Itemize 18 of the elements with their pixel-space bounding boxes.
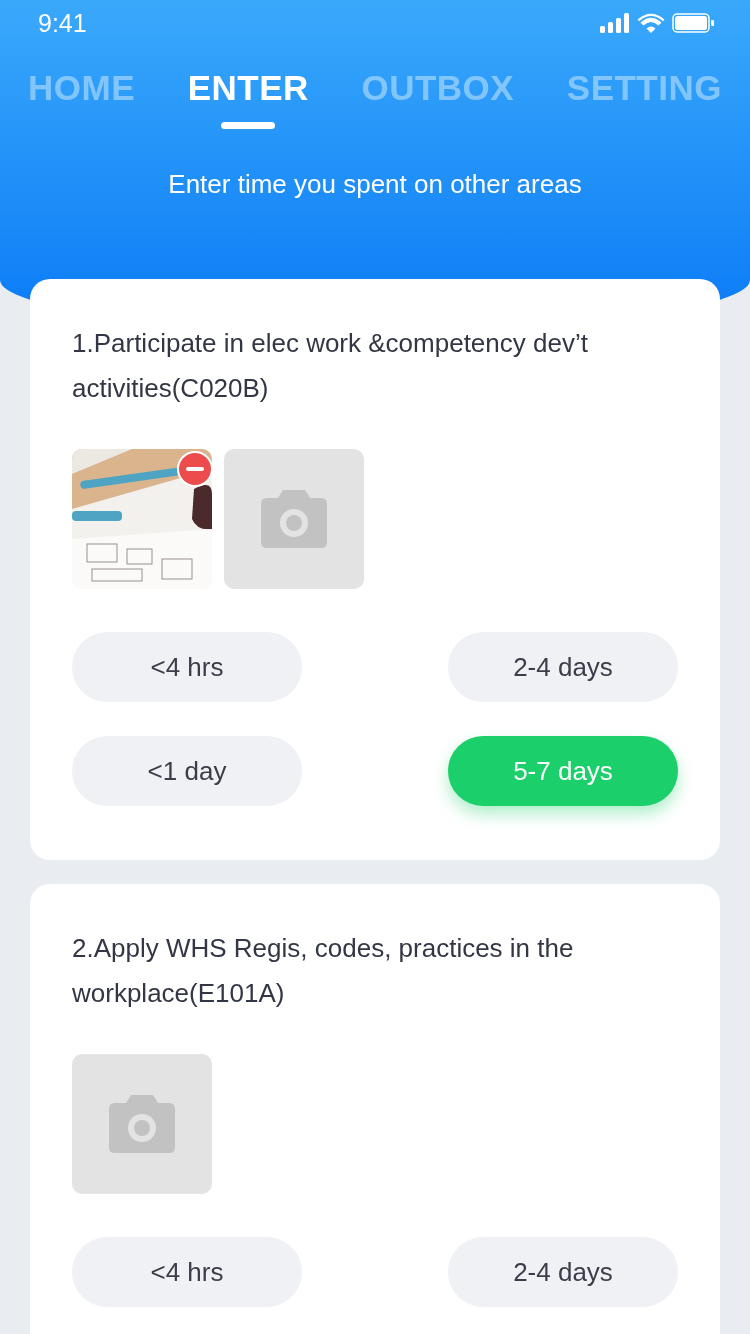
duration-option[interactable]: <4 hrs (72, 632, 302, 702)
duration-option[interactable]: 2-4 days (448, 632, 678, 702)
minus-icon (186, 467, 204, 471)
task-title: 1.Participate in elec work &competency dev’t activities(C020B) (72, 327, 589, 405)
camera-icon (109, 1095, 175, 1153)
page-subtitle: Enter time you spent on other areas (167, 169, 583, 200)
add-photo-button[interactable] (224, 449, 364, 589)
battery-icon (672, 13, 714, 33)
tab-underline (221, 122, 276, 129)
add-photo-button[interactable] (72, 1054, 212, 1194)
signal-icon (600, 13, 630, 33)
duration-option[interactable]: <4 hrs (72, 1237, 302, 1307)
duration-option[interactable]: <1 day (72, 736, 302, 806)
wifi-icon (637, 13, 665, 33)
duration-option[interactable]: 2-4 days (448, 1237, 678, 1307)
camera-icon (261, 490, 327, 548)
task-title: 2.Apply WHS Regis, codes, practices in the workplace(E101A) (72, 932, 575, 1010)
status-time: 9:41 (38, 8, 87, 38)
